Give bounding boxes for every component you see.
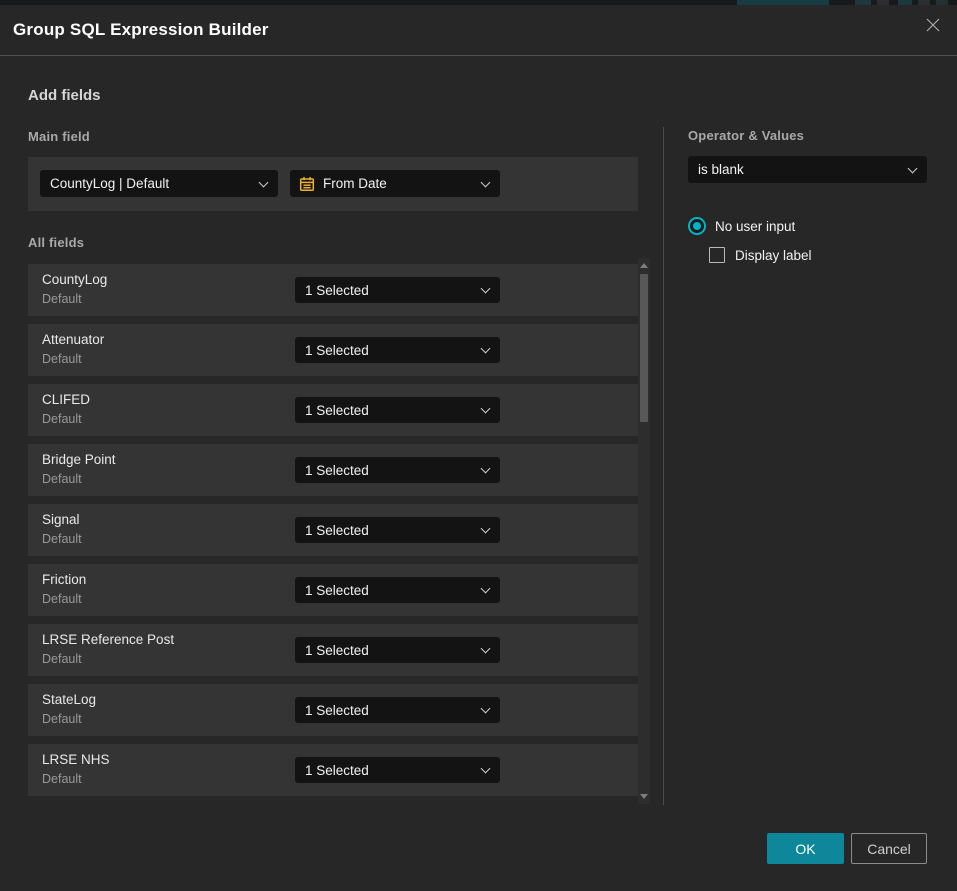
field-values-select-value: 1 Selected bbox=[305, 643, 369, 658]
scroll-down-icon[interactable] bbox=[640, 794, 648, 799]
operator-select-value: is blank bbox=[698, 162, 744, 177]
field-row: LRSE Reference Post Default 1 Selected bbox=[28, 624, 638, 676]
field-name: Signal bbox=[42, 512, 80, 527]
field-row: Attenuator Default 1 Selected bbox=[28, 324, 638, 376]
field-row: CountyLog Default 1 Selected bbox=[28, 264, 638, 316]
main-field-select-value: From Date bbox=[323, 176, 387, 191]
field-values-select-value: 1 Selected bbox=[305, 703, 369, 718]
chevron-down-icon bbox=[481, 764, 491, 774]
main-field-select[interactable]: From Date bbox=[290, 170, 500, 197]
field-values-select[interactable]: 1 Selected bbox=[295, 457, 500, 483]
scrollbar-thumb[interactable] bbox=[640, 274, 648, 422]
field-row: StateLog Default 1 Selected bbox=[28, 684, 638, 736]
add-fields-heading: Add fields bbox=[28, 87, 101, 104]
field-sublabel: Default bbox=[42, 532, 82, 546]
field-sublabel: Default bbox=[42, 712, 82, 726]
all-fields-label: All fields bbox=[28, 235, 84, 250]
display-label-checkbox[interactable]: Display label bbox=[709, 247, 812, 263]
field-row: Bridge Point Default 1 Selected bbox=[28, 444, 638, 496]
field-row: LRSE NHS Default 1 Selected bbox=[28, 744, 638, 796]
field-values-select[interactable]: 1 Selected bbox=[295, 697, 500, 723]
chevron-down-icon bbox=[481, 464, 491, 474]
field-values-select[interactable]: 1 Selected bbox=[295, 397, 500, 423]
dialog-titlebar: Group SQL Expression Builder bbox=[0, 5, 957, 56]
field-values-select-value: 1 Selected bbox=[305, 523, 369, 538]
radio-selected-icon bbox=[688, 217, 706, 235]
field-name: LRSE NHS bbox=[42, 752, 110, 767]
main-field-panel: CountyLog | Default From Date bbox=[28, 157, 638, 211]
chevron-down-icon bbox=[908, 163, 918, 173]
field-name: Bridge Point bbox=[42, 452, 116, 467]
chevron-down-icon bbox=[481, 704, 491, 714]
close-button[interactable] bbox=[922, 14, 944, 36]
field-values-select[interactable]: 1 Selected bbox=[295, 517, 500, 543]
field-name: LRSE Reference Post bbox=[42, 632, 174, 647]
main-layer-select-value: CountyLog | Default bbox=[50, 176, 169, 191]
field-sublabel: Default bbox=[42, 472, 82, 486]
field-values-select[interactable]: 1 Selected bbox=[295, 637, 500, 663]
field-values-select-value: 1 Selected bbox=[305, 763, 369, 778]
chevron-down-icon bbox=[481, 524, 491, 534]
chevron-down-icon bbox=[481, 584, 491, 594]
field-sublabel: Default bbox=[42, 652, 82, 666]
no-user-input-radio[interactable]: No user input bbox=[688, 217, 795, 235]
checkbox-unchecked-icon bbox=[709, 247, 725, 263]
no-user-input-label: No user input bbox=[715, 219, 795, 234]
scroll-up-icon[interactable] bbox=[640, 263, 648, 268]
chevron-down-icon bbox=[481, 344, 491, 354]
field-values-select[interactable]: 1 Selected bbox=[295, 277, 500, 303]
field-values-select[interactable]: 1 Selected bbox=[295, 577, 500, 603]
field-values-select-value: 1 Selected bbox=[305, 583, 369, 598]
field-name: Attenuator bbox=[42, 332, 104, 347]
operator-values-label: Operator & Values bbox=[688, 128, 804, 143]
main-field-label: Main field bbox=[28, 129, 90, 144]
field-name: StateLog bbox=[42, 692, 96, 707]
calendar-icon bbox=[299, 176, 315, 192]
field-row: Signal Default 1 Selected bbox=[28, 504, 638, 556]
chevron-down-icon bbox=[481, 404, 491, 414]
operator-select[interactable]: is blank bbox=[688, 156, 927, 183]
field-values-select-value: 1 Selected bbox=[305, 343, 369, 358]
list-scrollbar[interactable] bbox=[638, 258, 650, 804]
field-sublabel: Default bbox=[42, 352, 82, 366]
display-label-text: Display label bbox=[735, 248, 812, 263]
field-values-select[interactable]: 1 Selected bbox=[295, 757, 500, 783]
chevron-down-icon bbox=[481, 177, 491, 187]
field-values-select-value: 1 Selected bbox=[305, 403, 369, 418]
field-sublabel: Default bbox=[42, 592, 82, 606]
field-values-select-value: 1 Selected bbox=[305, 283, 369, 298]
dialog-title: Group SQL Expression Builder bbox=[13, 20, 269, 40]
field-name: CLIFED bbox=[42, 392, 90, 407]
field-sublabel: Default bbox=[42, 292, 82, 306]
chevron-down-icon bbox=[259, 177, 269, 187]
field-row: Friction Default 1 Selected bbox=[28, 564, 638, 616]
ok-button[interactable]: OK bbox=[767, 833, 844, 864]
column-divider bbox=[663, 127, 664, 805]
chevron-down-icon bbox=[481, 284, 491, 294]
close-icon bbox=[924, 16, 942, 34]
field-values-select-value: 1 Selected bbox=[305, 463, 369, 478]
field-values-select[interactable]: 1 Selected bbox=[295, 337, 500, 363]
field-sublabel: Default bbox=[42, 772, 82, 786]
main-layer-select[interactable]: CountyLog | Default bbox=[40, 170, 278, 197]
field-name: Friction bbox=[42, 572, 86, 587]
field-name: CountyLog bbox=[42, 272, 107, 287]
cancel-button[interactable]: Cancel bbox=[851, 833, 927, 864]
field-row: CLIFED Default 1 Selected bbox=[28, 384, 638, 436]
field-sublabel: Default bbox=[42, 412, 82, 426]
chevron-down-icon bbox=[481, 644, 491, 654]
